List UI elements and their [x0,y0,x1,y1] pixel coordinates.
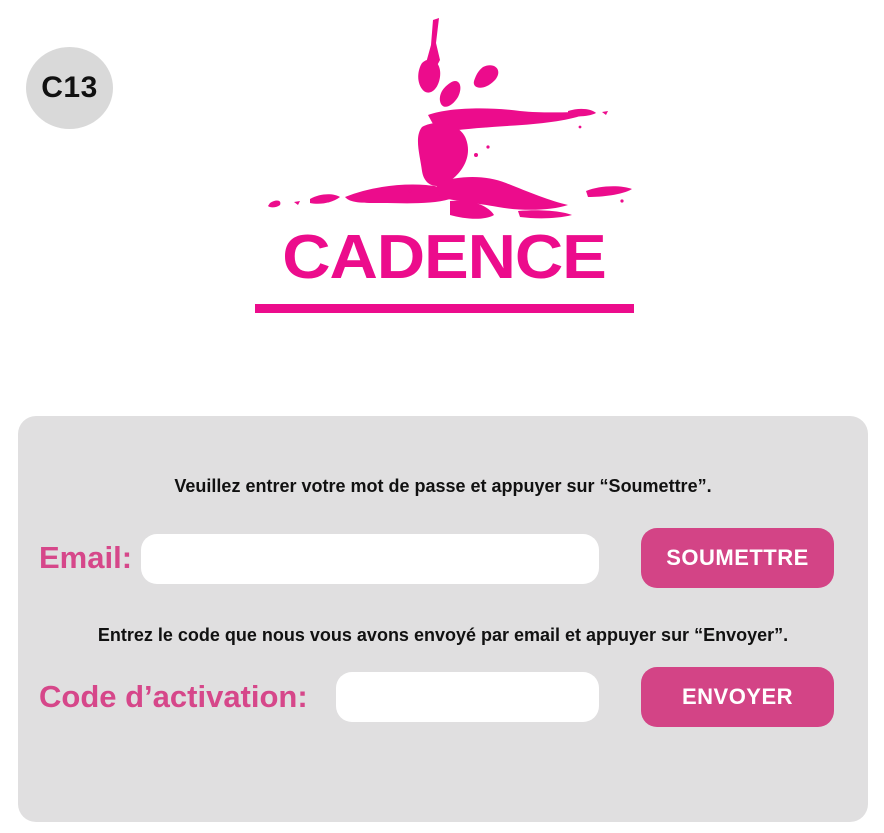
send-button[interactable]: ENVOYER [641,667,834,727]
station-badge: C13 [26,47,113,129]
email-label: Email: [39,540,133,575]
submit-button[interactable]: SOUMETTRE [641,528,834,588]
activation-code-label: Code d’activation: [39,679,308,714]
logo-underline [255,304,634,313]
code-instruction: Entrez le code que nous vous avons envoy… [97,625,789,645]
logo-wordmark: CADENCE [282,223,607,292]
activation-code-input[interactable] [336,672,599,722]
dancer-splash-logo-art [268,18,632,219]
email-input[interactable] [141,534,599,584]
login-panel: Veuillez entrer votre mot de passe et ap… [18,416,868,822]
cadence-logo: CADENCE [250,15,640,320]
station-badge-label: C13 [41,71,98,104]
email-instruction: Veuillez entrer votre mot de passe et ap… [174,476,712,496]
